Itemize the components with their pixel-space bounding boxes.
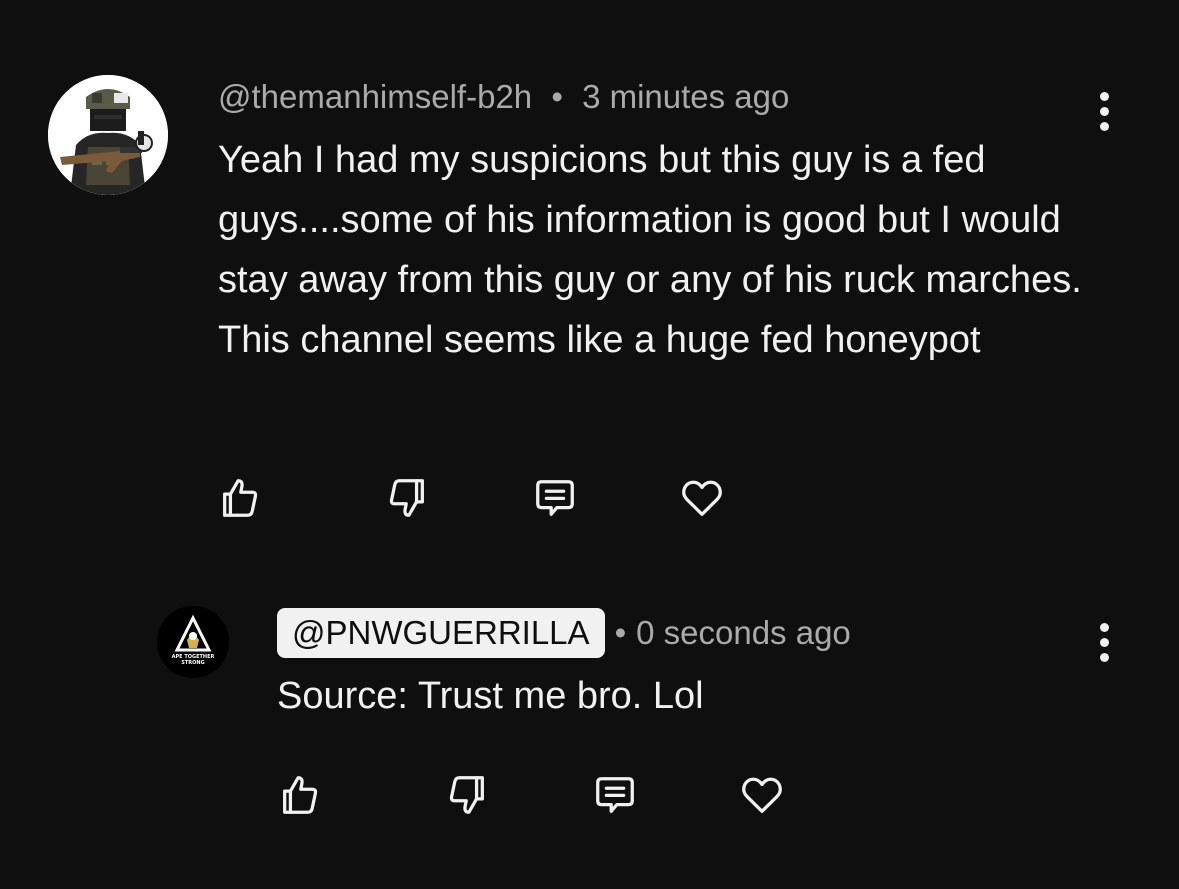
heart-button[interactable]	[678, 474, 726, 522]
reply-icon	[596, 777, 634, 813]
comment-timestamp: 3 minutes ago	[582, 78, 790, 115]
heart-button[interactable]	[738, 771, 786, 819]
like-button[interactable]	[216, 474, 264, 522]
meta-separator: •	[551, 78, 563, 115]
comment-author[interactable]: @themanhimself-b2h	[218, 78, 532, 115]
heart-icon	[682, 480, 722, 516]
comment-meta: @themanhimself-b2h • 3 minutes ago	[218, 78, 789, 116]
thumbs-up-icon	[223, 479, 258, 517]
thumbs-up-icon	[283, 776, 318, 814]
meta-separator: •	[614, 614, 627, 651]
more-options-icon[interactable]	[1089, 86, 1119, 136]
avatar[interactable]: APE TOGETHER STRONG	[157, 606, 229, 678]
thumbs-down-icon	[449, 776, 484, 814]
dislike-button[interactable]	[443, 771, 491, 819]
comment-text: Yeah I had my suspicions but this guy is…	[218, 139, 1082, 361]
more-options-icon[interactable]	[1089, 617, 1119, 667]
avatar-image	[48, 75, 168, 195]
reply-button[interactable]	[531, 474, 579, 522]
comment: @themanhimself-b2h • 3 minutes ago Yeah …	[0, 0, 1179, 560]
thumbs-down-icon	[389, 479, 424, 517]
comment-meta: @PNWGUERRILLA • 0 seconds ago	[277, 608, 851, 658]
avatar-text-line2: STRONG	[181, 660, 204, 666]
comment-timestamp: 0 seconds ago	[636, 614, 851, 651]
ape-logo-icon: APE TOGETHER STRONG	[157, 606, 229, 678]
comment-author-pill[interactable]: @PNWGUERRILLA	[277, 608, 605, 658]
reply-button[interactable]	[591, 771, 639, 819]
reply-comment: APE TOGETHER STRONG @PNWGUERRILLA • 0 se…	[0, 560, 1179, 889]
avatar[interactable]	[48, 75, 168, 195]
comment-text: Source: Trust me bro. Lol	[277, 675, 704, 717]
dislike-button[interactable]	[383, 474, 431, 522]
reply-icon	[536, 480, 574, 516]
heart-icon	[742, 777, 782, 813]
like-button[interactable]	[276, 771, 324, 819]
